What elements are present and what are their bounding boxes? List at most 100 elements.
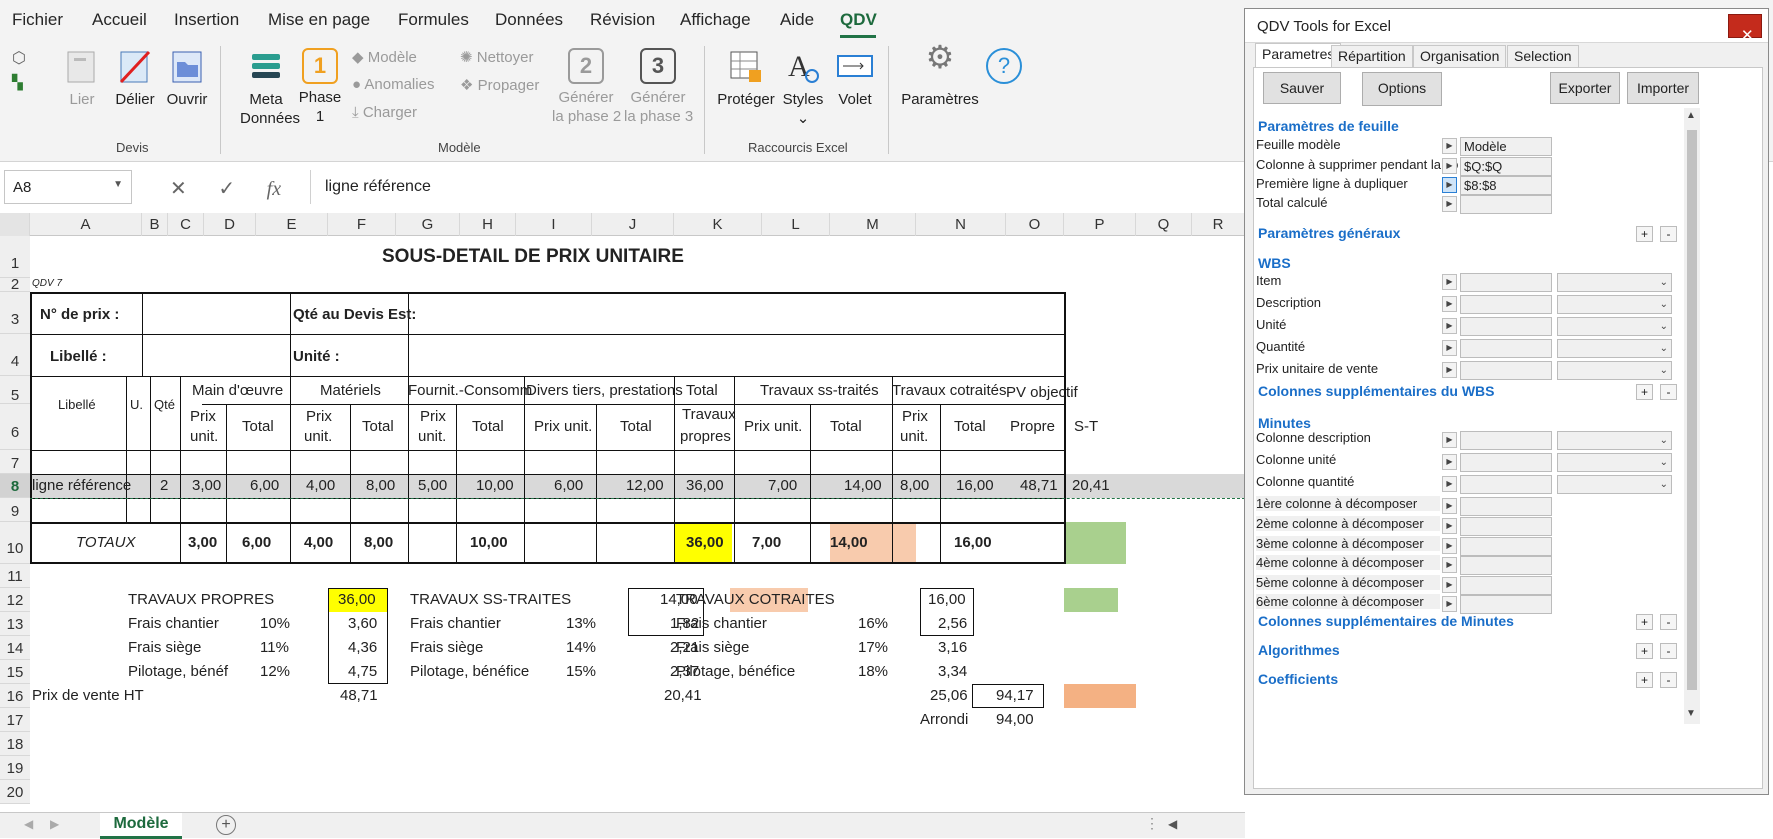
ouvrir-button[interactable]: Ouvrir — [162, 48, 212, 109]
section-coefficients[interactable]: Coefficients — [1258, 671, 1338, 687]
section-col-minutes[interactable]: Colonnes supplémentaires de Minutes — [1258, 613, 1514, 629]
collapse-button[interactable]: - — [1660, 672, 1677, 688]
arrow-icon[interactable]: ▶ — [1442, 177, 1457, 193]
total-calcule-field[interactable] — [1460, 195, 1552, 214]
row-header[interactable]: 4 — [0, 334, 30, 376]
ref-line-cell[interactable]: 48,71 — [1020, 477, 1058, 495]
styles-button[interactable]: A Styles ⌄ — [780, 48, 826, 128]
row-header[interactable]: 20 — [0, 780, 30, 804]
expand-button[interactable]: + — [1636, 384, 1653, 400]
decomp-field[interactable] — [1460, 517, 1552, 536]
ref-line-cell[interactable]: 5,00 — [418, 477, 447, 495]
lier-button[interactable]: Lier — [58, 48, 106, 109]
menu-revision[interactable]: Révision — [590, 10, 655, 30]
arrow-icon[interactable]: ▶ — [1442, 340, 1457, 356]
minutes-field[interactable] — [1460, 475, 1552, 494]
ref-line-cell[interactable]: 3,00 — [192, 477, 221, 495]
row-header[interactable]: 11 — [0, 564, 30, 588]
row-header[interactable]: 12 — [0, 588, 30, 612]
collapse-button[interactable]: - — [1660, 614, 1677, 630]
column-header[interactable]: R — [1192, 213, 1245, 236]
col-suppr-field[interactable]: $Q:$Q — [1460, 157, 1552, 176]
collapse-button[interactable]: - — [1660, 226, 1677, 242]
ref-line-cell[interactable]: 14,00 — [844, 477, 882, 495]
menu-aide[interactable]: Aide — [780, 10, 814, 30]
menu-qdv[interactable]: QDV — [840, 10, 877, 30]
decomp-field[interactable] — [1460, 556, 1552, 575]
column-header[interactable]: Q — [1136, 213, 1192, 236]
sheet-tab-modele[interactable]: Modèle — [100, 813, 182, 839]
hscroll-left-icon[interactable]: ◀ — [1168, 817, 1177, 831]
section-algorithmes[interactable]: Algorithmes — [1258, 642, 1340, 658]
row-header[interactable]: 3 — [0, 292, 30, 334]
close-button[interactable]: ✕ — [1728, 14, 1762, 44]
wbs-select[interactable]: ⌄ — [1557, 273, 1672, 292]
wbs-select[interactable]: ⌄ — [1557, 361, 1672, 380]
column-header[interactable]: L — [762, 213, 830, 236]
options-button[interactable]: Options — [1362, 72, 1442, 106]
name-box[interactable]: A8 ▼ — [4, 170, 132, 204]
importer-button[interactable]: Importer — [1627, 72, 1699, 104]
expand-button[interactable]: + — [1636, 226, 1653, 242]
column-header[interactable]: G — [396, 213, 460, 236]
row-header[interactable]: 1 — [0, 236, 30, 278]
column-header[interactable]: C — [168, 213, 204, 236]
column-header[interactable]: A — [30, 213, 142, 236]
meta-donnees-button[interactable]: Meta Données — [240, 48, 300, 128]
column-header[interactable]: D — [204, 213, 256, 236]
arrow-icon[interactable]: ▶ — [1442, 158, 1457, 174]
formula-input[interactable]: ligne référence — [310, 170, 1240, 204]
expand-button[interactable]: + — [1636, 672, 1653, 688]
row-header[interactable]: 5 — [0, 376, 30, 404]
confirm-icon[interactable]: ✓ — [218, 178, 235, 200]
menu-formules[interactable]: Formules — [398, 10, 469, 30]
column-header[interactable]: F — [328, 213, 396, 236]
wbs-field[interactable] — [1460, 317, 1552, 336]
arrow-icon[interactable]: ▶ — [1442, 454, 1457, 470]
tab-organisation[interactable]: Organisation — [1413, 45, 1507, 67]
row-header[interactable]: 15 — [0, 660, 30, 684]
column-header[interactable]: J — [592, 213, 674, 236]
prem-ligne-field[interactable]: $8:$8 — [1460, 176, 1552, 195]
row-header[interactable]: 9 — [0, 498, 30, 522]
menu-insertion[interactable]: Insertion — [174, 10, 239, 30]
column-header[interactable]: K — [674, 213, 762, 236]
anomalies-button[interactable]: ● Anomalies — [352, 76, 434, 93]
proteger-button[interactable]: Protéger — [716, 48, 776, 109]
tab-scroll-left-icon[interactable]: ◀ — [24, 817, 33, 831]
column-header[interactable]: E — [256, 213, 328, 236]
minutes-select[interactable]: ⌄ — [1557, 453, 1672, 472]
section-wbs[interactable]: WBS — [1258, 255, 1291, 271]
charger-button[interactable]: ⤓ Charger — [352, 104, 417, 121]
propager-button[interactable]: ❖ Propager — [460, 76, 539, 94]
decomp-field[interactable] — [1460, 537, 1552, 556]
section-minutes[interactable]: Minutes — [1258, 415, 1311, 431]
arrow-icon[interactable]: ▶ — [1442, 362, 1457, 378]
wbs-field[interactable] — [1460, 295, 1552, 314]
row-header[interactable]: 17 — [0, 708, 30, 732]
scroll-up-icon[interactable]: ▲ — [1686, 110, 1696, 121]
tab-repartition[interactable]: Répartition — [1331, 45, 1413, 67]
cube-icon[interactable]: ⬡ — [12, 48, 26, 68]
menu-mise-en-page[interactable]: Mise en page — [268, 10, 370, 30]
feuille-modele-field[interactable]: Modèle — [1460, 137, 1552, 156]
ref-line-cell[interactable]: 16,00 — [956, 477, 994, 495]
row-header[interactable]: 10 — [0, 522, 30, 564]
ref-line-cell[interactable]: 6,00 — [554, 477, 583, 495]
row-header[interactable]: 13 — [0, 612, 30, 636]
arrow-icon[interactable]: ▶ — [1442, 577, 1457, 593]
wbs-field[interactable] — [1460, 273, 1552, 292]
menu-donnees[interactable]: Données — [495, 10, 563, 30]
decomp-field[interactable] — [1460, 576, 1552, 595]
arrow-icon[interactable]: ▶ — [1442, 498, 1457, 514]
row-header[interactable]: 8 — [0, 474, 30, 498]
delier-button[interactable]: Délier — [110, 48, 160, 109]
ref-line-cell[interactable]: 8,00 — [366, 477, 395, 495]
wbs-select[interactable]: ⌄ — [1557, 339, 1672, 358]
tab-scroll-right-icon[interactable]: ▶ — [50, 817, 59, 831]
expand-button[interactable]: + — [1636, 614, 1653, 630]
ref-line-cell[interactable]: 12,00 — [626, 477, 664, 495]
arrow-icon[interactable]: ▶ — [1442, 432, 1457, 448]
ref-line-label[interactable]: ligne référence — [32, 477, 131, 495]
minutes-field[interactable] — [1460, 453, 1552, 472]
